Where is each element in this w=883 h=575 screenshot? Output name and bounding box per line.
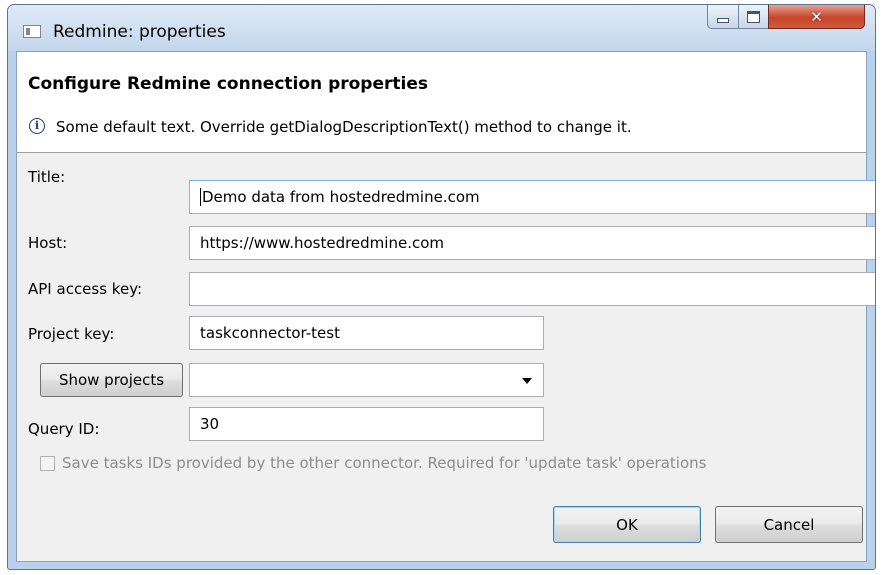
close-icon: ✕ [810, 7, 823, 26]
window-icon[interactable] [23, 25, 41, 38]
dialog-window: Redmine: properties ✕ Configure Redmine … [7, 4, 876, 570]
project-key-label: Project key: [28, 325, 115, 343]
show-projects-button[interactable]: Show projects [40, 363, 183, 397]
host-label: Host: [28, 234, 68, 252]
cancel-button[interactable]: Cancel [715, 506, 863, 543]
window-title: Redmine: properties [53, 22, 226, 42]
query-id-label: Query ID: [28, 420, 100, 438]
host-field[interactable]: https://www.hostedredmine.com [189, 226, 875, 260]
api-key-field[interactable] [189, 272, 875, 306]
save-ids-label: Save tasks IDs provided by the other con… [62, 454, 707, 472]
api-key-label: API access key: [28, 280, 143, 298]
title-field-value: Demo data from hostedredmine.com [202, 188, 480, 206]
save-ids-checkbox[interactable] [40, 456, 55, 471]
host-field-value: https://www.hostedredmine.com [200, 234, 444, 252]
dialog-title: Configure Redmine connection properties [28, 74, 428, 94]
project-key-field-value: taskconnector-test [200, 324, 340, 342]
title-label: Title: [28, 168, 66, 186]
maximize-icon [747, 10, 760, 23]
projects-dropdown[interactable] [189, 363, 544, 397]
ok-button[interactable]: OK [553, 506, 701, 543]
query-id-field-value: 30 [200, 415, 220, 433]
dialog-client-area: Configure Redmine connection properties … [16, 51, 875, 562]
minimize-button[interactable] [707, 5, 739, 29]
dialog-header: Configure Redmine connection properties … [17, 52, 866, 153]
query-id-field[interactable]: 30 [189, 407, 544, 441]
maximize-button[interactable] [738, 5, 769, 29]
dialog-description: Some default text. Override getDialogDes… [56, 118, 632, 136]
text-caret [200, 188, 201, 206]
title-bar[interactable]: Redmine: properties ✕ [8, 5, 875, 51]
info-icon: i [29, 118, 45, 134]
close-button[interactable]: ✕ [768, 5, 865, 29]
project-key-field[interactable]: taskconnector-test [189, 316, 544, 350]
minimize-icon [717, 18, 729, 23]
chevron-down-icon [522, 378, 532, 384]
title-field[interactable]: Demo data from hostedredmine.com [189, 180, 875, 214]
